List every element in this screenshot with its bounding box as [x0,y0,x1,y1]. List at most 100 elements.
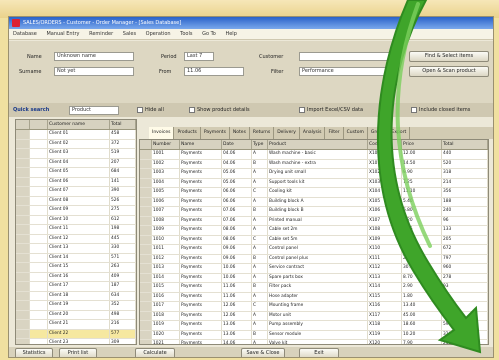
tab-payments[interactable]: Payments [201,127,230,139]
row-selector[interactable] [16,291,30,300]
tab-group[interactable]: Group [368,127,389,139]
print-list-button[interactable]: Print list [59,348,97,357]
row-selector[interactable] [16,301,30,310]
row-selector[interactable] [16,177,30,186]
row-selector[interactable] [16,329,30,338]
orders-grid[interactable]: Number Name Date Type Product Code Price… [139,139,489,345]
row-selector[interactable] [16,225,30,234]
find-select-button[interactable]: Find & Select items [409,51,489,62]
menu-item-reminder[interactable]: Reminder [85,31,117,37]
tab-export[interactable]: Export [389,127,411,139]
row-selector[interactable] [140,340,152,344]
table-row[interactable]: Client 13 330 [16,244,136,254]
table-row[interactable]: Client 03 519 [16,149,136,159]
row-selector[interactable] [16,158,30,167]
table-row[interactable]: 1001 Payments 04.06 A Wash machine - basic X1… [140,150,488,160]
tab-invoices[interactable]: Invoices [149,127,175,139]
row-selector[interactable] [16,215,30,224]
customer-grid[interactable]: Customer name Total Client 01 458 Client 0… [15,119,137,345]
table-row[interactable]: Client 10 612 [16,215,136,225]
surname-field[interactable]: Not yet [54,67,134,76]
tab-products[interactable]: Products [174,127,201,139]
show-details-checkbox[interactable] [189,107,195,113]
grid-header-cell[interactable]: Product [268,140,368,149]
table-row[interactable]: Client 09 275 [16,206,136,216]
grid-header-cell[interactable]: Total [442,140,488,149]
table-row[interactable]: 1020 Payments 13.06 B Sensor module X119 10.20… [140,330,488,340]
row-selector[interactable] [140,197,152,206]
row-selector[interactable] [16,168,30,177]
row-selector[interactable] [140,283,152,292]
hide-all-checkbox[interactable] [137,107,143,113]
grid-header-cell[interactable]: Number [152,140,180,149]
row-selector[interactable] [16,339,30,344]
table-row[interactable]: Client 04 207 [16,158,136,168]
row-selector[interactable] [16,272,30,281]
row-selector[interactable] [140,216,152,225]
statistics-button[interactable]: Statistics [15,348,53,357]
table-row[interactable]: 1011 Payments 09.06 A Control panel X110 21.00… [140,245,488,255]
open-scan-button[interactable]: Open & Scan product [409,66,489,77]
table-row[interactable]: Client 01 458 [16,130,136,140]
grid-header-cell[interactable]: Total [110,120,136,129]
table-row[interactable]: Client 07 390 [16,187,136,197]
table-row[interactable]: 1012 Payments 09.06 B Control panel plus X111… [140,254,488,264]
table-row[interactable]: Client 06 141 [16,177,136,187]
table-row[interactable]: Client 18 634 [16,291,136,301]
table-row[interactable]: Client 22 577 [16,329,136,339]
quick-search-input[interactable]: Product [69,106,119,115]
tab-returns[interactable]: Returns [250,127,275,139]
row-selector[interactable] [140,169,152,178]
row-selector[interactable] [140,188,152,197]
row-selector[interactable] [16,206,30,215]
table-row[interactable]: 1010 Payments 08.06 C Cable set 5m X109 6.40 20… [140,235,488,245]
row-selector[interactable] [140,226,152,235]
table-row[interactable]: Client 15 263 [16,263,136,273]
table-row[interactable]: Client 21 216 [16,320,136,330]
table-row[interactable]: 1021 Payments 14.06 A Valve kit X120 7.90 253 [140,340,488,344]
row-selector[interactable] [140,150,152,159]
table-row[interactable]: 1016 Payments 11.06 A Hose adapter X115 1.80 58 [140,292,488,302]
row-selector[interactable] [16,139,30,148]
row-selector[interactable] [16,149,30,158]
name-field[interactable]: Unknown name [54,52,134,61]
tab-custom[interactable]: Custom [344,127,368,139]
row-selector[interactable] [16,130,30,139]
row-selector[interactable] [140,273,152,282]
table-row[interactable]: 1005 Payments 06.06 C Cooling kit X104 11.10 35… [140,188,488,198]
menu-item-manual-entry[interactable]: Manual Entry [42,31,83,37]
table-row[interactable]: Client 02 372 [16,139,136,149]
tab-filter[interactable]: Filter [325,127,344,139]
row-selector[interactable] [140,235,152,244]
filter-field[interactable]: Performance [299,67,399,76]
tab-analysis[interactable]: Analysis [300,127,326,139]
row-selector[interactable] [140,321,152,330]
table-row[interactable]: 1007 Payments 07.06 B Building block B X106 6.… [140,207,488,217]
tab-notes[interactable]: Notes [230,127,250,139]
table-row[interactable]: Client 20 498 [16,310,136,320]
calculate-button[interactable]: Calculate [135,348,175,357]
table-row[interactable]: Client 23 309 [16,339,136,344]
row-selector[interactable] [140,292,152,301]
table-row[interactable]: Client 16 409 [16,272,136,282]
grid-header-cell[interactable]: Name [180,140,222,149]
menu-item-database[interactable]: Database [9,31,41,37]
table-row[interactable]: 1019 Payments 13.06 A Pump assembly X118 18.60… [140,321,488,331]
row-selector[interactable] [140,254,152,263]
table-row[interactable]: 1018 Payments 12.06 A Motor unit X117 45.00 144… [140,311,488,321]
menu-item-tools[interactable]: Tools [176,31,196,37]
grid-header-cell[interactable]: Date [222,140,252,149]
row-selector[interactable] [16,282,30,291]
include-closed-checkbox[interactable] [411,107,417,113]
row-selector[interactable] [16,263,30,272]
row-selector[interactable] [16,244,30,253]
menu-item-operation[interactable]: Operation [142,31,175,37]
table-row[interactable]: 1008 Payments 07.06 A Printed manual X107 3.20… [140,216,488,226]
table-row[interactable]: Client 19 352 [16,301,136,311]
row-selector[interactable] [140,159,152,168]
row-selector[interactable] [140,302,152,311]
exit-button[interactable]: Exit [299,348,339,357]
table-row[interactable]: 1004 Payments 05.06 A Support tools kit X103 7… [140,178,488,188]
table-row[interactable]: 1002 Payments 04.06 B Wash machine - extra X1… [140,159,488,169]
menu-item-goto[interactable]: Go To [198,31,220,37]
